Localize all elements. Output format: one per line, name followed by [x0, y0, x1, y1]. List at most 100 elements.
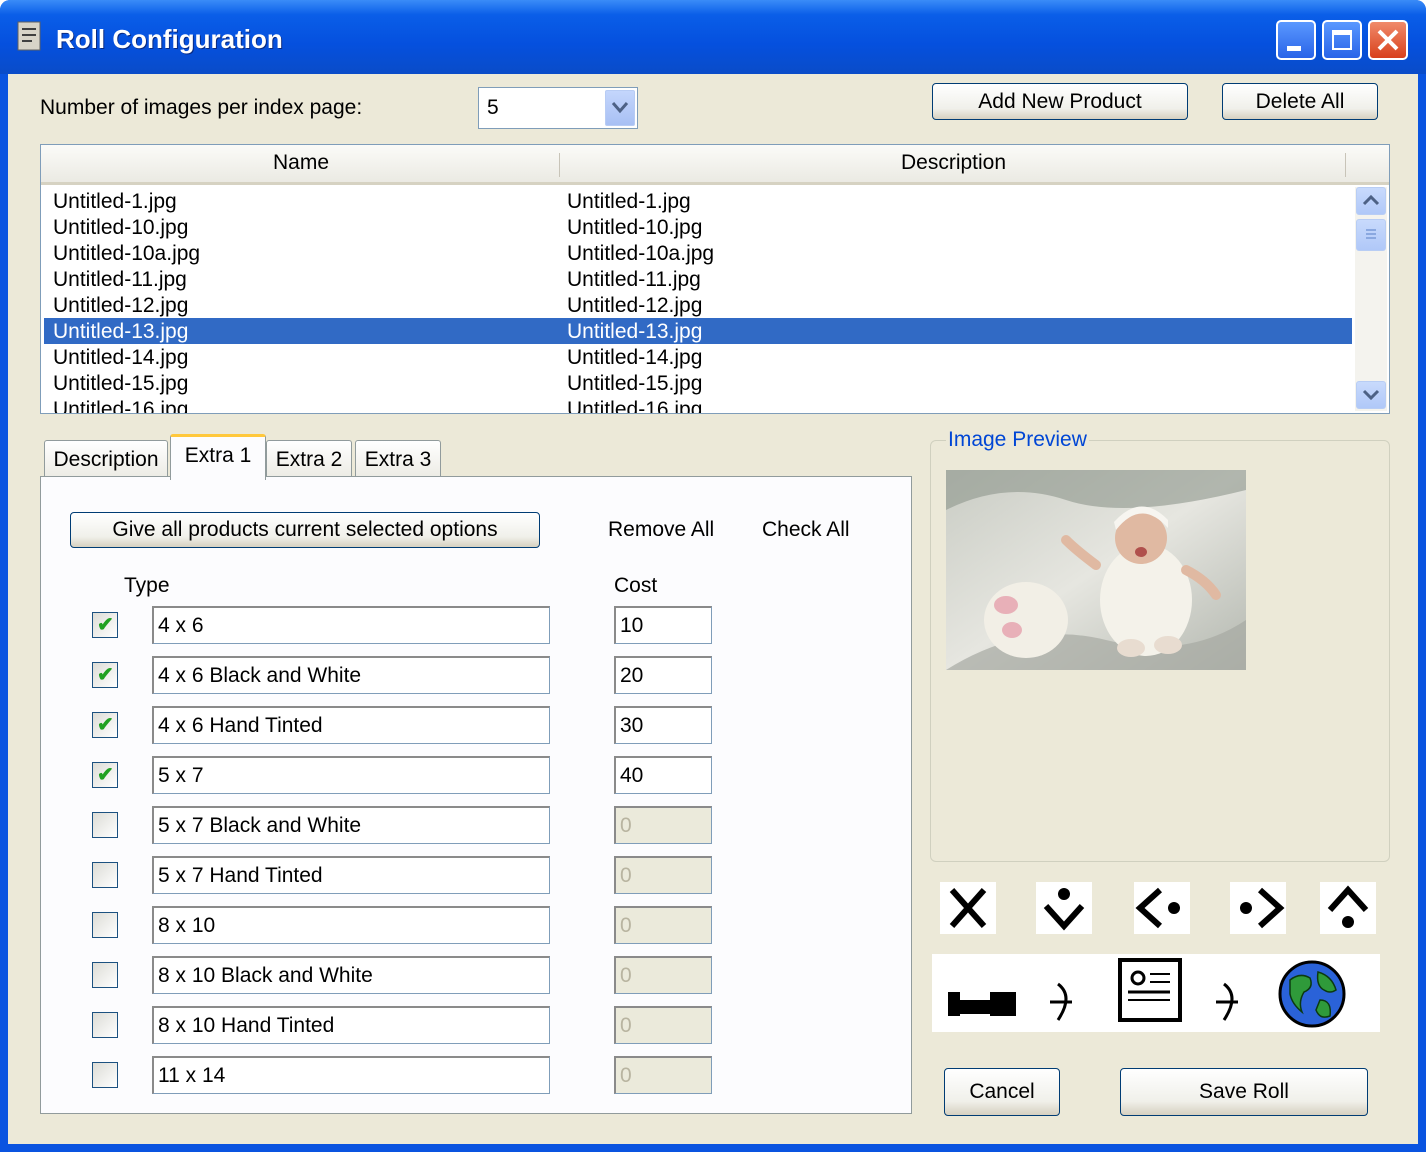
row-description: Untitled-1.jpg — [567, 190, 691, 213]
close-window-button[interactable] — [1368, 20, 1408, 60]
remove-all-link[interactable]: Remove All — [608, 518, 714, 542]
image-preview-title: Image Preview — [946, 428, 1089, 452]
close-icon — [949, 888, 987, 928]
cost-field[interactable]: 40 — [614, 756, 712, 794]
document-icon — [1118, 958, 1182, 1022]
dropdown-button[interactable] — [605, 90, 635, 126]
option-checkbox[interactable] — [92, 1062, 118, 1088]
type-field[interactable]: 4 x 6 — [152, 606, 550, 644]
cancel-button[interactable]: Cancel — [944, 1068, 1060, 1116]
option-checkbox[interactable]: ✔ — [92, 762, 118, 788]
list-row[interactable]: Untitled-16.jpg Untitled-16.jpg — [44, 396, 1352, 414]
vertical-scrollbar[interactable] — [1355, 187, 1387, 411]
give-all-products-button[interactable]: Give all products current selected optio… — [70, 512, 540, 548]
cost-field[interactable]: 0 — [614, 906, 712, 944]
option-checkbox[interactable] — [92, 962, 118, 988]
type-field[interactable]: 4 x 6 Black and White — [152, 656, 550, 694]
column-divider[interactable] — [1345, 153, 1346, 177]
maximize-button[interactable] — [1322, 20, 1362, 60]
row-name: Untitled-15.jpg — [53, 372, 189, 395]
scanner-icon — [948, 992, 1016, 1016]
cost-field[interactable]: 0 — [614, 956, 712, 994]
option-checkbox[interactable] — [92, 912, 118, 938]
option-checkbox[interactable] — [92, 812, 118, 838]
type-field[interactable]: 11 x 14 — [152, 1056, 550, 1094]
image-preview — [946, 470, 1246, 670]
row-name: Untitled-1.jpg — [53, 190, 177, 213]
type-field[interactable]: 5 x 7 Black and White — [152, 806, 550, 844]
list-row[interactable]: Untitled-15.jpg Untitled-15.jpg — [44, 370, 1352, 396]
type-field[interactable]: 8 x 10 Black and White — [152, 956, 550, 994]
list-row[interactable]: Untitled-10.jpg Untitled-10.jpg — [44, 214, 1352, 240]
list-row[interactable]: Untitled-10a.jpg Untitled-10a.jpg — [44, 240, 1352, 266]
type-field[interactable]: 4 x 6 Hand Tinted — [152, 706, 550, 744]
tab-extra-3[interactable]: Extra 3 — [355, 440, 441, 478]
arrow-icon — [1050, 982, 1072, 1021]
cost-field[interactable]: 0 — [614, 1006, 712, 1044]
cost-field[interactable]: 0 — [614, 1056, 712, 1094]
row-description: Untitled-13.jpg — [567, 320, 703, 343]
move-right-icon — [1240, 887, 1285, 929]
move-left-button[interactable] — [1134, 882, 1190, 934]
list-row[interactable]: Untitled-11.jpg Untitled-11.jpg — [44, 266, 1352, 292]
tab-extra-2[interactable]: Extra 2 — [266, 440, 352, 478]
cost-field[interactable]: 0 — [614, 856, 712, 894]
scroll-down-button[interactable] — [1356, 381, 1386, 409]
option-checkbox[interactable]: ✔ — [92, 712, 118, 738]
column-divider[interactable] — [559, 153, 560, 177]
type-field[interactable]: 5 x 7 Hand Tinted — [152, 856, 550, 894]
images-per-page-select[interactable]: 5 — [478, 87, 638, 129]
row-name: Untitled-12.jpg — [53, 294, 189, 317]
arrow-icon — [1216, 982, 1238, 1021]
column-header-description[interactable]: Description — [901, 151, 1006, 175]
row-description: Untitled-16.jpg — [567, 398, 703, 414]
product-list[interactable]: Name Description Untitled-1.jpg Untitled-… — [40, 144, 1390, 414]
roll-configuration-window: Roll Configuration Number of images per … — [0, 0, 1426, 1152]
check-all-link[interactable]: Check All — [762, 518, 850, 542]
tab-description[interactable]: Description — [44, 440, 168, 478]
move-left-icon — [1135, 887, 1180, 929]
delete-all-button[interactable]: Delete All — [1222, 83, 1378, 120]
row-description: Untitled-15.jpg — [567, 372, 703, 395]
option-checkbox[interactable] — [92, 1012, 118, 1038]
title-bar[interactable]: Roll Configuration — [0, 0, 1426, 74]
remove-button[interactable] — [940, 882, 996, 934]
row-description: Untitled-10a.jpg — [567, 242, 715, 265]
list-header: Name Description — [41, 145, 1389, 185]
type-field[interactable]: 8 x 10 Hand Tinted — [152, 1006, 550, 1044]
save-roll-button[interactable]: Save Roll — [1120, 1068, 1368, 1116]
type-field[interactable]: 5 x 7 — [152, 756, 550, 794]
cost-field[interactable]: 30 — [614, 706, 712, 744]
row-description: Untitled-14.jpg — [567, 346, 703, 369]
column-header-name[interactable]: Name — [273, 151, 329, 175]
cost-header: Cost — [614, 574, 658, 597]
list-row[interactable]: Untitled-13.jpg Untitled-13.jpg — [44, 318, 1352, 344]
scroll-thumb[interactable] — [1356, 219, 1386, 251]
cost-field[interactable]: 0 — [614, 806, 712, 844]
chevron-up-icon — [1362, 194, 1380, 206]
option-checkbox[interactable] — [92, 862, 118, 888]
tab-extra-1[interactable]: Extra 1 — [170, 434, 266, 480]
option-checkbox[interactable]: ✔ — [92, 662, 118, 688]
row-name: Untitled-13.jpg — [53, 320, 189, 343]
list-row[interactable]: Untitled-14.jpg Untitled-14.jpg — [44, 344, 1352, 370]
move-up-button[interactable] — [1320, 882, 1376, 934]
checkmark-icon: ✔ — [97, 764, 114, 786]
row-name: Untitled-10a.jpg — [53, 242, 201, 265]
grip-icon — [1366, 229, 1376, 239]
type-field[interactable]: 8 x 10 — [152, 906, 550, 944]
move-down-button[interactable] — [1036, 882, 1092, 934]
baby-photo — [946, 470, 1246, 670]
checkmark-icon: ✔ — [97, 664, 114, 686]
scroll-up-button[interactable] — [1356, 187, 1386, 215]
list-row[interactable]: Untitled-12.jpg Untitled-12.jpg — [44, 292, 1352, 318]
add-new-product-button[interactable]: Add New Product — [932, 83, 1188, 120]
close-icon — [1377, 29, 1399, 51]
cost-field[interactable]: 10 — [614, 606, 712, 644]
option-checkbox[interactable]: ✔ — [92, 612, 118, 638]
cost-field[interactable]: 20 — [614, 656, 712, 694]
minimize-button[interactable] — [1276, 20, 1316, 60]
list-row[interactable]: Untitled-1.jpg Untitled-1.jpg — [44, 188, 1352, 214]
move-right-button[interactable] — [1230, 882, 1286, 934]
minimize-icon — [1287, 46, 1301, 51]
